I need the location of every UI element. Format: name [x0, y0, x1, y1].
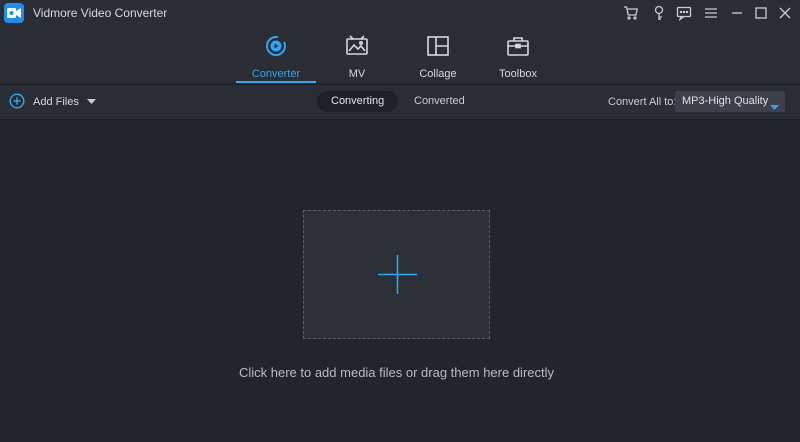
- tab-converted[interactable]: Converted: [400, 91, 479, 112]
- drop-hint-text: Click here to add media files or drag th…: [238, 365, 555, 380]
- output-format-value: MP3-High Quality: [682, 95, 769, 107]
- plus-icon: [378, 255, 417, 299]
- chevron-down-icon: [770, 98, 779, 119]
- converter-icon: [236, 34, 316, 58]
- main-area: Click here to add media files or drag th…: [0, 120, 800, 442]
- toolbar: Add Files Converting Converted Convert A…: [0, 85, 800, 120]
- minimize-icon[interactable]: [729, 5, 745, 21]
- mv-icon: [317, 34, 397, 58]
- add-files-label: Add Files: [33, 96, 79, 108]
- chevron-down-icon[interactable]: [86, 96, 96, 108]
- tab-toolbox-label: Toolbox: [499, 68, 537, 80]
- app-title: Vidmore Video Converter: [33, 6, 168, 20]
- tab-mv-label: MV: [348, 68, 366, 80]
- tab-converter[interactable]: Converter: [236, 34, 316, 84]
- tab-collage[interactable]: Collage: [398, 34, 478, 84]
- key-icon[interactable]: [651, 5, 667, 21]
- close-icon[interactable]: [777, 5, 793, 21]
- add-files-button[interactable]: Add Files: [9, 92, 96, 112]
- convert-all-label: Convert All to:: [608, 96, 677, 108]
- collage-icon: [398, 34, 478, 58]
- title-bar: Vidmore Video Converter: [0, 0, 800, 26]
- menu-icon[interactable]: [703, 5, 719, 21]
- tab-converter-label: Converter: [251, 68, 301, 80]
- tab-toolbox[interactable]: Toolbox: [478, 34, 558, 84]
- tab-converting[interactable]: Converting: [317, 91, 399, 112]
- tab-mv[interactable]: MV: [317, 34, 397, 84]
- chat-icon[interactable]: [676, 5, 692, 21]
- cart-icon[interactable]: [623, 5, 639, 21]
- add-media-dropzone[interactable]: [303, 210, 490, 339]
- active-tab-indicator: [236, 81, 316, 83]
- tab-collage-label: Collage: [419, 68, 457, 80]
- output-format-select[interactable]: MP3-High Quality: [675, 91, 785, 112]
- maximize-icon[interactable]: [753, 5, 769, 21]
- toolbox-icon: [478, 34, 558, 58]
- app-logo-icon: [4, 3, 24, 23]
- main-nav: Converter MV Collage Toolbox: [0, 26, 800, 85]
- plus-circle-icon: [9, 92, 25, 112]
